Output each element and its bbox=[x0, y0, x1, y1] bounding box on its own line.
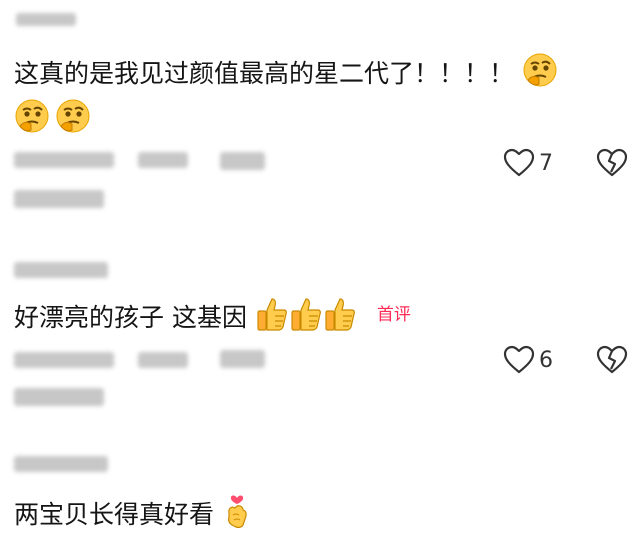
first-comment-badge: 首评 bbox=[376, 305, 411, 325]
thinking-face-emoji bbox=[55, 98, 91, 138]
comment-3-text: 两宝贝长得真好看 bbox=[14, 500, 215, 529]
thumbs-up-emoji bbox=[323, 296, 357, 341]
comment-2-dislike[interactable] bbox=[596, 345, 628, 375]
expand-replies-blurred[interactable] bbox=[14, 388, 104, 406]
comment-1-meta-blurred bbox=[14, 152, 114, 168]
comment-2-like[interactable]: 6 bbox=[503, 345, 553, 375]
reply-button-blurred[interactable] bbox=[220, 350, 265, 368]
finger-heart-emoji bbox=[222, 491, 252, 538]
heart-icon bbox=[503, 148, 535, 177]
comment-3-text-line: 两宝贝长得真好看 bbox=[14, 491, 252, 538]
reply-button-blurred[interactable] bbox=[220, 152, 265, 170]
comment-1-text: 这真的是我见过颜值最高的星二代了！！！！ bbox=[14, 59, 515, 88]
username-blurred[interactable] bbox=[14, 262, 108, 278]
thumbs-up-emoji bbox=[289, 296, 323, 341]
thinking-face-emoji bbox=[14, 98, 50, 138]
expand-replies-blurred[interactable] bbox=[14, 190, 104, 208]
comment-2-meta-blurred bbox=[14, 352, 114, 368]
comment-1-emoji-line bbox=[14, 98, 91, 138]
thinking-face-emoji bbox=[522, 52, 558, 97]
comment-1-location-blurred bbox=[138, 152, 188, 168]
broken-heart-icon bbox=[596, 148, 628, 177]
comment-2-text-line: 好漂亮的孩子 这基因 首评 bbox=[14, 296, 411, 341]
comment-1-like[interactable]: 7 bbox=[503, 148, 553, 178]
like-count: 7 bbox=[539, 150, 553, 176]
broken-heart-icon bbox=[596, 345, 628, 374]
heart-icon bbox=[503, 345, 535, 374]
username-blurred[interactable] bbox=[14, 456, 108, 472]
comment-2-text: 好漂亮的孩子 这基因 bbox=[14, 303, 247, 332]
comment-1-text-line: 这真的是我见过颜值最高的星二代了！！！！ bbox=[14, 52, 558, 97]
comment-1-dislike[interactable] bbox=[596, 148, 628, 178]
thumbs-up-emoji bbox=[255, 296, 289, 341]
username-blurred[interactable] bbox=[16, 13, 76, 26]
like-count: 6 bbox=[539, 347, 553, 373]
comment-2-location-blurred bbox=[138, 352, 188, 368]
